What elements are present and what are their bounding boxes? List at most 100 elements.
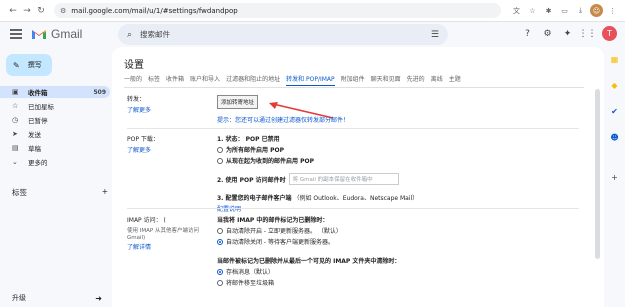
- upgrade-button[interactable]: 升级 ➜: [0, 289, 112, 307]
- pop-step3-label: 3. 配置您的电子邮件客户端: [217, 195, 292, 202]
- imap-q2: 当邮件被标记为已删除并从最后一个可见的 IMAP 文件夹中清除时：: [217, 258, 401, 265]
- imap-q1-option-2[interactable]: 自动清除关闭 - 等待客户端更新服务器。: [217, 237, 400, 246]
- tab-labels[interactable]: 标签: [148, 74, 160, 86]
- scrollbar[interactable]: [595, 89, 600, 259]
- sidebar-item-label: 发送: [28, 131, 41, 139]
- back-button[interactable]: ←: [6, 6, 20, 16]
- tab-filters[interactable]: 过滤器和阻止的地址: [226, 74, 280, 86]
- sidebar-item-label: 更多的: [28, 159, 48, 167]
- radio-button[interactable]: [217, 146, 223, 153]
- contacts-icon[interactable]: ☻: [609, 132, 620, 143]
- profile-avatar[interactable]: ☺: [590, 4, 603, 17]
- side-panel-rail: ▦ ◆ ✔ ☻ +: [604, 46, 625, 307]
- imap-q2-option-2-label: 将邮件移至垃圾箱: [226, 280, 275, 287]
- pop-option-all-label: 为所有邮件启用 POP: [226, 147, 284, 154]
- puzzle-icon[interactable]: ✱: [542, 4, 555, 17]
- imap-q1-option-1-label: 自动清除开启 - 立即更新服务器。 （默认）: [226, 228, 342, 235]
- browser-menu-icon[interactable]: ⋮: [606, 4, 619, 17]
- tab-themes[interactable]: 主题: [449, 74, 461, 86]
- settings-tabs: 一般的 标签 收件箱 账户和导入 过滤器和阻止的地址 转发和 POP/IMAP …: [124, 74, 467, 86]
- reload-button[interactable]: ↻: [34, 6, 48, 16]
- pop-option-from-now[interactable]: 从现在起为收到的邮件启用 POP: [217, 156, 418, 165]
- search-options-icon[interactable]: ☰: [431, 30, 439, 40]
- pop-status: 1. 状态： POP 已禁用: [217, 136, 280, 143]
- forward-button[interactable]: →: [20, 6, 34, 16]
- settings-gear-icon[interactable]: ⚙: [539, 25, 556, 42]
- main-menu-icon[interactable]: [10, 27, 22, 42]
- tab-chat-meet[interactable]: 聊天和见面: [371, 74, 401, 86]
- imap-learn-more-link[interactable]: 了解详情: [127, 242, 207, 251]
- pop-learn-more-link[interactable]: 了解更多: [127, 145, 159, 154]
- keep-icon[interactable]: ◆: [609, 80, 620, 91]
- tab-addons[interactable]: 附加组件: [341, 74, 365, 86]
- sidebar-item-label: 已暂停: [28, 117, 48, 125]
- gmail-logo[interactable]: Gmail: [31, 27, 82, 41]
- sidebar-item-starred[interactable]: ☆ 已加星标: [0, 100, 110, 112]
- tasks-icon[interactable]: ✔: [609, 106, 620, 117]
- forwarding-label-group: 转发： 了解更多: [127, 94, 151, 114]
- gmail-wordmark: Gmail: [51, 27, 83, 41]
- sidebar-item-snoozed[interactable]: ◷ 已暂停: [0, 114, 110, 126]
- forwarding-label: 转发：: [127, 96, 146, 103]
- radio-button[interactable]: [217, 227, 223, 234]
- radio-button[interactable]: [217, 279, 223, 286]
- apps-grid-icon[interactable]: ⋮⋮: [579, 25, 597, 42]
- pop-option-all[interactable]: 为所有邮件启用 POP: [217, 145, 418, 154]
- send-icon: ➤: [12, 130, 18, 138]
- help-icon[interactable]: ?: [519, 25, 536, 42]
- tab-offline[interactable]: 离线: [431, 74, 443, 86]
- search-bar[interactable]: ⌕ 搜索邮件 ☰: [118, 24, 448, 45]
- calendar-icon[interactable]: ▦: [609, 54, 620, 65]
- compose-button[interactable]: ✎ 撰写: [6, 54, 52, 76]
- star-icon[interactable]: ☆: [526, 4, 539, 17]
- sidebar-item-label: 草稿: [28, 145, 41, 153]
- imap-label-group: IMAP 访问： ( 使用 IMAP 从其他客户端访问 Gmail) 了解详情: [127, 215, 207, 251]
- translate-icon[interactable]: 文: [510, 4, 523, 17]
- tab-accounts[interactable]: 账户和导入: [190, 74, 220, 86]
- add-forwarding-address-button[interactable]: 添加转寄地址: [217, 95, 259, 109]
- imap-q2-option-2[interactable]: 将邮件移至垃圾箱: [217, 278, 400, 287]
- imap-q2-option-1-label: 存档消息（默认）: [226, 269, 275, 276]
- imap-q1-option-2-label: 自动清除关闭 - 等待客户端更新服务器。: [226, 239, 334, 246]
- draft-icon: ▤: [12, 144, 19, 152]
- window-icon[interactable]: ▭: [558, 4, 571, 17]
- sidebar-item-inbox[interactable]: ▣ 收件箱 509: [0, 86, 110, 98]
- imap-label-paren: (: [163, 217, 166, 224]
- tab-advanced[interactable]: 先进的: [407, 74, 425, 86]
- sidebar-item-sent[interactable]: ➤ 发送: [0, 128, 110, 140]
- address-bar[interactable]: ⚙ mail.google.com/mail/u/1/#settings/fwd…: [54, 3, 501, 18]
- radio-button-selected[interactable]: [217, 268, 223, 275]
- account-avatar[interactable]: T: [602, 26, 617, 41]
- imap-desc: 使用 IMAP 从其他客户端访问: [127, 228, 199, 234]
- gmail-m-icon: [31, 28, 47, 40]
- tab-general[interactable]: 一般的: [124, 74, 142, 86]
- page-title: 设置: [124, 60, 144, 71]
- sidebar-item-drafts[interactable]: ▤ 草稿: [0, 142, 110, 154]
- add-app-icon[interactable]: +: [609, 172, 620, 183]
- pop-step2: 2. 使用 POP 访问邮件时 将 Gmail 的副本保留在收件箱中: [217, 173, 418, 185]
- sidebar-item-label: 已加星标: [28, 103, 54, 111]
- imap-q2-option-1[interactable]: 存档消息（默认）: [217, 267, 400, 276]
- pop-step3: 3. 配置您的电子邮件客户端 （例如 Outlook、Eudora、Netsca…: [217, 193, 418, 202]
- forwarding-learn-more-link[interactable]: 了解更多: [127, 105, 151, 114]
- imap-q1-option-1[interactable]: 自动清除开启 - 立即更新服务器。 （默认）: [217, 226, 400, 235]
- add-label-button[interactable]: +: [102, 187, 108, 198]
- tab-inbox[interactable]: 收件箱: [166, 74, 184, 86]
- site-info-icon[interactable]: ⚙: [60, 7, 66, 15]
- tab-forwarding-pop-imap[interactable]: 转发和 POP/IMAP: [286, 74, 335, 86]
- pop-label-group: POP 下载： 了解更多: [127, 134, 159, 154]
- imap-q1: 当我将 IMAP 中的邮件标记为已删除时：: [217, 217, 329, 224]
- inbox-icon: ▣: [12, 88, 19, 96]
- gmail-header: Gmail ⌕ 搜索邮件 ☰ ? ⚙ ✦ ⋮⋮ T: [0, 22, 625, 46]
- radio-button[interactable]: [217, 157, 223, 164]
- star-icon: ☆: [12, 102, 19, 110]
- search-icon[interactable]: ⌕: [127, 30, 132, 40]
- labels-section: 标签 +: [12, 187, 108, 198]
- gemini-icon[interactable]: ✦: [559, 25, 576, 42]
- sidebar-item-more[interactable]: ⌄ 更多的: [0, 156, 110, 168]
- pop-action-select[interactable]: 将 Gmail 的副本保留在收件箱中: [288, 173, 399, 185]
- settings-panel: 设置 一般的 标签 收件箱 账户和导入 过滤器和阻止的地址 转发和 POP/IM…: [112, 47, 604, 307]
- download-icon[interactable]: ⤓: [574, 4, 587, 17]
- search-input[interactable]: 搜索邮件: [140, 29, 170, 40]
- radio-button-selected[interactable]: [217, 238, 223, 245]
